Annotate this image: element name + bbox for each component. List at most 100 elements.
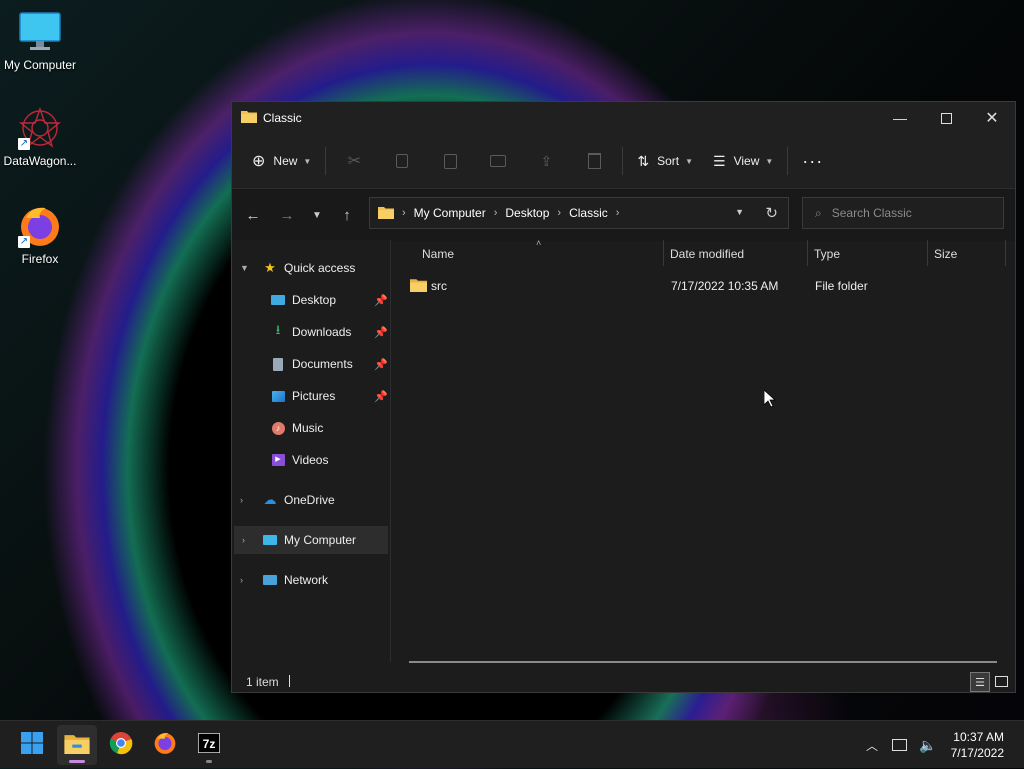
video-icon: ▶: [270, 452, 286, 468]
download-icon: ⭳: [275, 322, 281, 337]
details-view-button[interactable]: ☰: [970, 672, 990, 692]
new-label: New: [273, 154, 298, 168]
column-header-size[interactable]: Size: [934, 240, 1004, 268]
trash-icon: [587, 153, 601, 169]
network-status-icon[interactable]: [892, 739, 908, 751]
file-date: 7/17/2022 10:35 AM: [671, 279, 779, 293]
desktop-icon-label: Firefox: [21, 252, 59, 266]
column-label: Name: [422, 247, 455, 261]
share-icon: ⇪: [540, 152, 553, 169]
recent-locations-button[interactable]: ▼: [303, 199, 331, 231]
more-options-button[interactable]: ···: [792, 144, 833, 178]
column-divider[interactable]: [1005, 240, 1006, 266]
start-button[interactable]: [12, 725, 52, 765]
column-label: Type: [814, 247, 841, 261]
cut-button[interactable]: ✂: [330, 144, 378, 178]
nav-label: Quick access: [284, 261, 356, 275]
maximize-button[interactable]: [923, 102, 969, 134]
nav-network[interactable]: › Network: [232, 566, 388, 594]
breadcrumb-my-computer[interactable]: My Computer: [414, 206, 486, 220]
copy-button[interactable]: [378, 144, 426, 178]
minimize-button[interactable]: —: [877, 102, 923, 134]
sort-arrows-icon: ⇅: [637, 152, 650, 169]
large-icons-view-button[interactable]: [992, 672, 1010, 690]
nav-label: Downloads: [292, 325, 352, 339]
search-icon: ⌕: [815, 205, 822, 220]
nav-label: My Computer: [284, 533, 357, 547]
breadcrumb-separator-icon: ›: [402, 207, 406, 219]
toolbar-divider: [325, 147, 327, 175]
desktop-icon-my-computer[interactable]: My Computer: [0, 10, 80, 72]
file-explorer-window: Classic — ✕ ⊕ New ▼ ✂ ⇪ ⇅ Sort ▼ ☰ View …: [231, 101, 1016, 693]
desktop-icon-datawagon[interactable]: ↗ DataWagon...: [0, 106, 80, 168]
nav-downloads[interactable]: ⭳ Downloads 📌: [270, 318, 388, 346]
maximize-icon: [940, 112, 952, 124]
toolbar-divider: [622, 147, 624, 175]
nav-label: Music: [292, 421, 324, 435]
arrow-up-icon: ↑: [343, 206, 351, 224]
paste-button[interactable]: [426, 144, 474, 178]
breadcrumb-classic[interactable]: Classic: [569, 206, 608, 220]
file-row-src[interactable]: src 7/17/2022 10:35 AM File folder: [409, 274, 999, 298]
nav-onedrive[interactable]: › ☁ OneDrive: [232, 486, 388, 514]
folder-icon: [378, 205, 394, 222]
taskbar-file-explorer[interactable]: [57, 725, 97, 765]
close-button[interactable]: ✕: [969, 102, 1015, 134]
taskbar-7zip[interactable]: 7z: [189, 725, 229, 765]
search-placeholder: Search Classic: [831, 206, 912, 220]
chevron-up-icon[interactable]: ︿: [866, 737, 878, 754]
taskbar-firefox[interactable]: [145, 725, 185, 765]
pin-icon[interactable]: 📌: [374, 326, 388, 339]
folder-icon: [410, 277, 427, 295]
horizontal-scrollbar[interactable]: [409, 661, 997, 663]
clock[interactable]: 10:37 AM 7/17/2022: [951, 729, 1004, 761]
column-divider[interactable]: [807, 240, 808, 266]
arrow-left-icon: ←: [245, 206, 261, 224]
address-bar[interactable]: › My Computer › Desktop › Classic › ▼ ↻: [369, 197, 789, 229]
desktop-icon-firefox[interactable]: ↗ Firefox: [0, 204, 80, 266]
view-button[interactable]: ☰ View ▼: [703, 144, 783, 178]
search-box[interactable]: ⌕ Search Classic: [802, 197, 1004, 229]
chevron-right-icon: ›: [240, 495, 243, 505]
view-label: View: [733, 154, 760, 168]
nav-videos[interactable]: ▶ Videos: [270, 446, 388, 474]
pin-icon[interactable]: 📌: [374, 294, 388, 307]
column-header-date[interactable]: Date modified: [670, 240, 810, 268]
nav-label: Videos: [292, 453, 329, 467]
speaker-icon[interactable]: 🔈: [919, 737, 936, 754]
chevron-right-icon: ›: [240, 575, 243, 585]
pin-icon[interactable]: 📌: [374, 390, 388, 403]
arrow-right-icon: →: [279, 206, 295, 224]
back-button[interactable]: ←: [237, 199, 269, 231]
new-button[interactable]: ⊕ New ▼: [242, 144, 321, 178]
nav-my-computer[interactable]: › My Computer: [234, 526, 388, 554]
refresh-icon[interactable]: ↻: [765, 204, 778, 222]
nav-quick-access[interactable]: ▼ ★ Quick access: [232, 254, 388, 282]
nav-desktop[interactable]: Desktop 📌: [270, 286, 388, 314]
nav-music[interactable]: ♪ Music: [270, 414, 388, 442]
breadcrumb-desktop[interactable]: Desktop: [505, 206, 549, 220]
share-button[interactable]: ⇪: [522, 144, 570, 178]
sort-button[interactable]: ⇅ Sort ▼: [627, 144, 703, 178]
running-indicator: [69, 760, 85, 763]
up-button[interactable]: ↑: [331, 199, 363, 231]
taskbar-chrome[interactable]: [101, 725, 141, 765]
nav-pictures[interactable]: Pictures 📌: [270, 382, 388, 410]
title-bar[interactable]: Classic — ✕: [232, 102, 1015, 134]
forward-button[interactable]: →: [271, 199, 303, 231]
column-header-name[interactable]: Name: [422, 240, 662, 268]
nav-documents[interactable]: Documents 📌: [270, 350, 388, 378]
column-divider[interactable]: [663, 240, 664, 266]
pin-icon[interactable]: 📌: [374, 358, 388, 371]
column-divider[interactable]: [927, 240, 928, 266]
desktop-icon: [270, 292, 286, 308]
address-dropdown-icon[interactable]: ▼: [735, 207, 744, 217]
rename-button[interactable]: [474, 144, 522, 178]
rename-icon: [490, 155, 507, 167]
column-header-type[interactable]: Type: [814, 240, 924, 268]
nav-label: Pictures: [292, 389, 336, 403]
sort-label: Sort: [657, 154, 680, 168]
folder-icon: [241, 109, 257, 128]
breadcrumb-separator-icon: ›: [493, 207, 498, 219]
delete-button[interactable]: [570, 144, 618, 178]
